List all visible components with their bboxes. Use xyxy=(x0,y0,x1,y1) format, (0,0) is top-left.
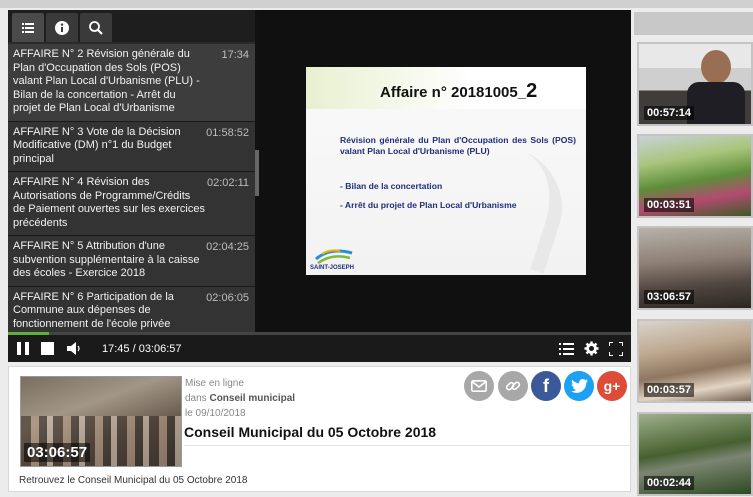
chapter-item[interactable]: AFFAIRE N° 6 Participation de la Commune… xyxy=(8,286,255,332)
chapter-label: AFFAIRE N° 5 Attribution d'une subventio… xyxy=(13,240,200,279)
stop-icon xyxy=(40,342,54,355)
facebook-icon: f xyxy=(543,375,549,396)
related-video-duration: 03:06:57 xyxy=(644,290,695,304)
email-icon xyxy=(471,380,487,392)
chapter-time: 01:58:52 xyxy=(206,126,249,139)
chapter-label: AFFAIRE N° 4 Révision des Autorisations … xyxy=(13,176,205,229)
meta-category-link[interactable]: Conseil municipal xyxy=(209,393,295,404)
pause-button[interactable] xyxy=(15,341,31,356)
video-meta: Mise en ligne dans Conseil municipal le … xyxy=(185,376,295,421)
city-logo-text: SAINT-JOSEPH xyxy=(310,265,355,271)
control-bar: 17:45 / 03:06:57 xyxy=(8,335,631,362)
volume-button[interactable] xyxy=(66,342,82,355)
slide-bullet-1: - Bilan de la concertation xyxy=(340,181,443,191)
related-video-thumbnail[interactable]: 00:03:51 xyxy=(637,134,753,218)
chapter-panel: AFFAIRE N° 2 Révision générale du Plan d… xyxy=(8,10,255,332)
chapter-label: AFFAIRE N° 6 Participation de la Commune… xyxy=(13,290,174,330)
stop-button[interactable] xyxy=(40,342,54,355)
top-strip xyxy=(0,0,753,8)
tab-info[interactable] xyxy=(46,13,78,42)
twitter-icon xyxy=(570,379,588,393)
thumbnail-duration: 03:06:57 xyxy=(24,443,91,462)
related-videos-header xyxy=(634,12,753,35)
googleplus-icon: g+ xyxy=(603,378,621,394)
video-frame[interactable]: Affaire n° 20181005_2 Révision générale … xyxy=(259,10,631,332)
gear-icon xyxy=(584,341,599,356)
chapter-item[interactable]: AFFAIRE N° 3 Vote de la Décision Modific… xyxy=(8,121,255,172)
related-video-thumbnail[interactable]: 03:06:57 xyxy=(637,226,753,310)
chapter-time: 17:34 xyxy=(221,49,249,61)
video-info-card: 03:06:57 Mise en ligne dans Conseil muni… xyxy=(8,366,631,492)
related-video-thumbnail[interactable]: 00:03:57 xyxy=(637,319,753,403)
chapter-time: 02:02:11 xyxy=(206,177,249,189)
link-icon xyxy=(505,381,521,391)
control-bar-right xyxy=(559,341,623,356)
meta-date: le 09/10/2018 xyxy=(185,408,246,419)
chapter-label: AFFAIRE N° 3 Vote de la Décision Modific… xyxy=(13,125,181,165)
video-player[interactable]: AFFAIRE N° 2 Révision générale du Plan d… xyxy=(8,10,631,362)
chapters-button[interactable] xyxy=(559,341,574,356)
presentation-slide: Affaire n° 20181005_2 Révision générale … xyxy=(306,67,586,275)
video-thumbnail[interactable]: 03:06:57 xyxy=(20,376,182,467)
volume-icon xyxy=(67,342,80,355)
slide-title-prefix: Affaire n° 20181005_ xyxy=(380,84,527,101)
chapter-item[interactable]: AFFAIRE N° 4 Révision des Autorisations … xyxy=(8,172,255,236)
slide-body-text: Révision générale du Plan d'Occupation d… xyxy=(340,135,576,156)
chapter-time: 02:04:25 xyxy=(206,241,249,253)
tab-search[interactable] xyxy=(80,13,112,42)
chapter-item[interactable]: AFFAIRE N° 2 Révision générale du Plan d… xyxy=(8,44,255,122)
tab-chapters[interactable] xyxy=(12,13,44,42)
share-twitter-button[interactable] xyxy=(564,371,594,401)
chapter-list: AFFAIRE N° 2 Révision générale du Plan d… xyxy=(8,44,255,332)
settings-button[interactable] xyxy=(584,341,599,356)
pause-icon xyxy=(17,342,29,355)
related-video-duration: 00:03:51 xyxy=(644,198,695,212)
share-email-button[interactable] xyxy=(464,371,494,401)
related-video-duration: 00:02:44 xyxy=(644,476,695,490)
share-googleplus-button[interactable]: g+ xyxy=(597,371,627,401)
share-facebook-button[interactable]: f xyxy=(531,371,561,401)
slide-title-number: 2 xyxy=(526,80,538,102)
slide-title: Affaire n° 20181005_2 xyxy=(380,80,537,103)
list-icon xyxy=(559,342,574,355)
related-video-duration: 00:57:14 xyxy=(644,106,695,120)
chapter-label: AFFAIRE N° 2 Révision générale du Plan d… xyxy=(13,48,200,114)
related-video-duration: 00:03:57 xyxy=(644,383,695,397)
divider xyxy=(184,445,630,446)
meta-published: Mise en ligne xyxy=(185,378,244,389)
video-description: Retrouvez le Conseil Municipal du 05 Oct… xyxy=(19,475,248,486)
meta-category-line: dans Conseil municipal xyxy=(185,391,295,406)
related-video-thumbnail[interactable]: 00:57:14 xyxy=(637,42,753,126)
info-icon xyxy=(55,20,69,35)
speaker-head-shape xyxy=(701,50,731,84)
fullscreen-button[interactable] xyxy=(609,341,623,356)
slide-swoosh-decoration xyxy=(486,150,578,274)
time-display: 17:45 / 03:06:57 xyxy=(102,342,182,355)
share-link-button[interactable] xyxy=(498,371,528,401)
search-icon xyxy=(89,20,103,35)
chapter-time: 02:06:05 xyxy=(206,291,249,304)
related-video-thumbnail[interactable]: 00:02:44 xyxy=(637,412,753,496)
list-icon xyxy=(22,22,34,33)
fullscreen-icon xyxy=(609,341,623,356)
meta-category-prefix: dans xyxy=(185,393,207,404)
video-title: Conseil Municipal du 05 Octobre 2018 xyxy=(184,424,437,440)
slide-bullet-2: - Arrêt du projet de Plan Local d'Urbani… xyxy=(340,200,517,210)
panel-tabs xyxy=(8,10,255,42)
speaker-body-shape xyxy=(687,82,745,124)
chapter-item[interactable]: AFFAIRE N° 5 Attribution d'une subventio… xyxy=(8,236,255,287)
